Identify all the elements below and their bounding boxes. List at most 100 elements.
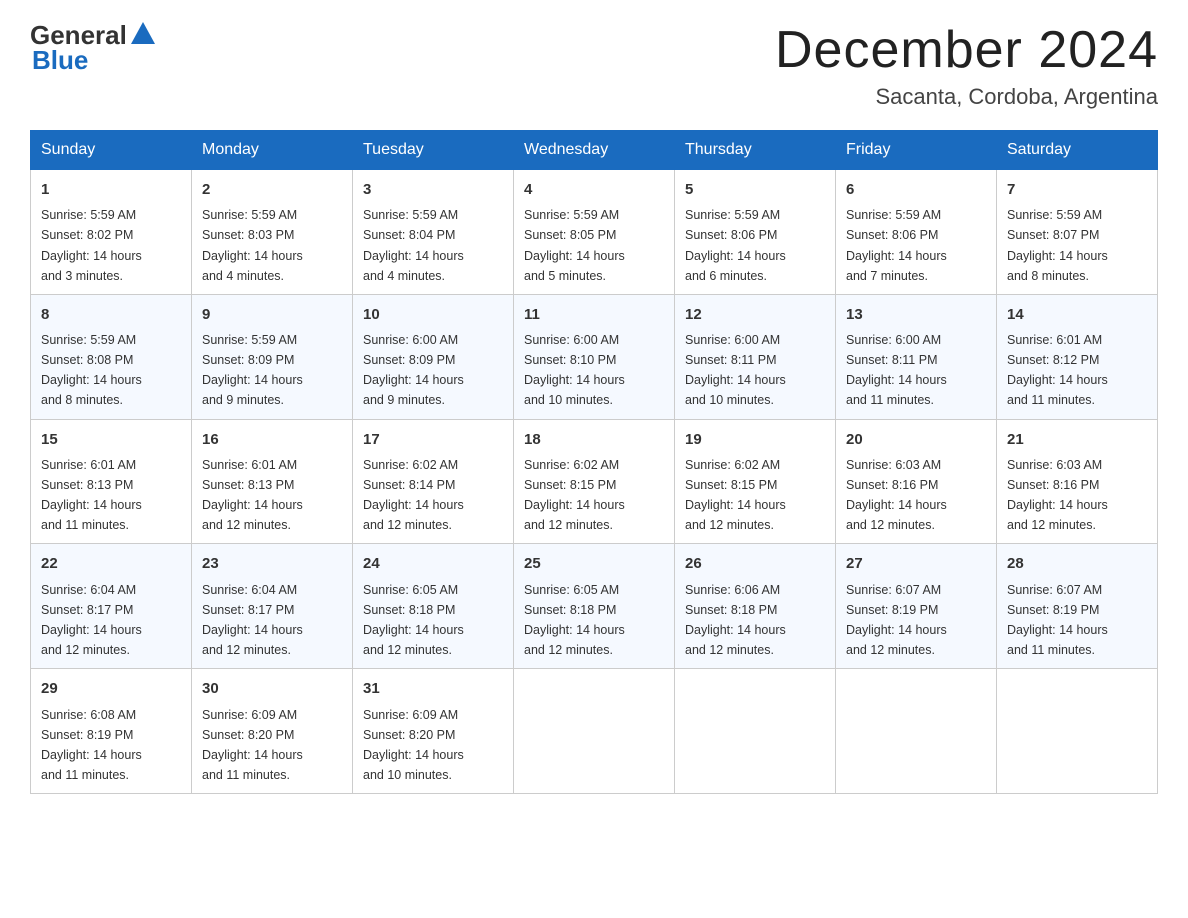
- table-row: 6 Sunrise: 5:59 AMSunset: 8:06 PMDayligh…: [836, 170, 997, 295]
- day-info: Sunrise: 6:09 AMSunset: 8:20 PMDaylight:…: [363, 708, 464, 782]
- day-number: 28: [1007, 552, 1147, 575]
- day-info: Sunrise: 6:00 AMSunset: 8:11 PMDaylight:…: [685, 333, 786, 407]
- header-wednesday: Wednesday: [514, 131, 675, 170]
- day-number: 22: [41, 552, 181, 575]
- day-info: Sunrise: 5:59 AMSunset: 8:03 PMDaylight:…: [202, 208, 303, 282]
- day-info: Sunrise: 6:03 AMSunset: 8:16 PMDaylight:…: [1007, 458, 1108, 532]
- calendar-subtitle: Sacanta, Cordoba, Argentina: [775, 84, 1158, 110]
- day-number: 9: [202, 303, 342, 326]
- day-info: Sunrise: 5:59 AMSunset: 8:05 PMDaylight:…: [524, 208, 625, 282]
- day-number: 2: [202, 178, 342, 201]
- day-info: Sunrise: 6:08 AMSunset: 8:19 PMDaylight:…: [41, 708, 142, 782]
- table-row: 22 Sunrise: 6:04 AMSunset: 8:17 PMDaylig…: [31, 544, 192, 669]
- title-section: December 2024 Sacanta, Cordoba, Argentin…: [775, 20, 1158, 110]
- day-info: Sunrise: 6:01 AMSunset: 8:12 PMDaylight:…: [1007, 333, 1108, 407]
- day-info: Sunrise: 5:59 AMSunset: 8:09 PMDaylight:…: [202, 333, 303, 407]
- day-info: Sunrise: 6:07 AMSunset: 8:19 PMDaylight:…: [846, 583, 947, 657]
- header-tuesday: Tuesday: [353, 131, 514, 170]
- day-number: 11: [524, 303, 664, 326]
- logo-blue-text: Blue: [32, 45, 157, 76]
- day-info: Sunrise: 5:59 AMSunset: 8:02 PMDaylight:…: [41, 208, 142, 282]
- day-info: Sunrise: 6:04 AMSunset: 8:17 PMDaylight:…: [41, 583, 142, 657]
- day-number: 17: [363, 428, 503, 451]
- day-number: 10: [363, 303, 503, 326]
- day-number: 23: [202, 552, 342, 575]
- day-number: 13: [846, 303, 986, 326]
- day-info: Sunrise: 6:02 AMSunset: 8:14 PMDaylight:…: [363, 458, 464, 532]
- day-number: 20: [846, 428, 986, 451]
- day-info: Sunrise: 6:09 AMSunset: 8:20 PMDaylight:…: [202, 708, 303, 782]
- day-number: 21: [1007, 428, 1147, 451]
- table-row: 20 Sunrise: 6:03 AMSunset: 8:16 PMDaylig…: [836, 419, 997, 544]
- table-row: 13 Sunrise: 6:00 AMSunset: 8:11 PMDaylig…: [836, 294, 997, 419]
- day-number: 18: [524, 428, 664, 451]
- day-info: Sunrise: 6:04 AMSunset: 8:17 PMDaylight:…: [202, 583, 303, 657]
- table-row: 8 Sunrise: 5:59 AMSunset: 8:08 PMDayligh…: [31, 294, 192, 419]
- logo: General Blue: [30, 20, 157, 76]
- calendar-body: 1 Sunrise: 5:59 AMSunset: 8:02 PMDayligh…: [31, 170, 1158, 794]
- day-info: Sunrise: 5:59 AMSunset: 8:06 PMDaylight:…: [685, 208, 786, 282]
- table-row: 16 Sunrise: 6:01 AMSunset: 8:13 PMDaylig…: [192, 419, 353, 544]
- table-row: 12 Sunrise: 6:00 AMSunset: 8:11 PMDaylig…: [675, 294, 836, 419]
- table-row: 30 Sunrise: 6:09 AMSunset: 8:20 PMDaylig…: [192, 669, 353, 794]
- calendar-header: Sunday Monday Tuesday Wednesday Thursday…: [31, 131, 1158, 170]
- table-row: 24 Sunrise: 6:05 AMSunset: 8:18 PMDaylig…: [353, 544, 514, 669]
- day-number: 4: [524, 178, 664, 201]
- day-number: 15: [41, 428, 181, 451]
- table-row: 28 Sunrise: 6:07 AMSunset: 8:19 PMDaylig…: [997, 544, 1158, 669]
- day-number: 29: [41, 677, 181, 700]
- day-info: Sunrise: 5:59 AMSunset: 8:06 PMDaylight:…: [846, 208, 947, 282]
- day-number: 24: [363, 552, 503, 575]
- table-row: [997, 669, 1158, 794]
- day-number: 14: [1007, 303, 1147, 326]
- table-row: 3 Sunrise: 5:59 AMSunset: 8:04 PMDayligh…: [353, 170, 514, 295]
- calendar-table: Sunday Monday Tuesday Wednesday Thursday…: [30, 130, 1158, 794]
- header-friday: Friday: [836, 131, 997, 170]
- day-number: 12: [685, 303, 825, 326]
- day-info: Sunrise: 6:06 AMSunset: 8:18 PMDaylight:…: [685, 583, 786, 657]
- day-info: Sunrise: 6:02 AMSunset: 8:15 PMDaylight:…: [524, 458, 625, 532]
- header-sunday: Sunday: [31, 131, 192, 170]
- day-number: 7: [1007, 178, 1147, 201]
- header-monday: Monday: [192, 131, 353, 170]
- page-header: General Blue December 2024 Sacanta, Cord…: [30, 20, 1158, 110]
- logo-triangle-icon: [129, 20, 157, 48]
- table-row: 25 Sunrise: 6:05 AMSunset: 8:18 PMDaylig…: [514, 544, 675, 669]
- day-info: Sunrise: 5:59 AMSunset: 8:04 PMDaylight:…: [363, 208, 464, 282]
- day-number: 16: [202, 428, 342, 451]
- calendar-title: December 2024: [775, 20, 1158, 80]
- table-row: 1 Sunrise: 5:59 AMSunset: 8:02 PMDayligh…: [31, 170, 192, 295]
- table-row: 29 Sunrise: 6:08 AMSunset: 8:19 PMDaylig…: [31, 669, 192, 794]
- table-row: 18 Sunrise: 6:02 AMSunset: 8:15 PMDaylig…: [514, 419, 675, 544]
- table-row: [514, 669, 675, 794]
- day-number: 31: [363, 677, 503, 700]
- day-info: Sunrise: 6:05 AMSunset: 8:18 PMDaylight:…: [524, 583, 625, 657]
- day-info: Sunrise: 6:00 AMSunset: 8:11 PMDaylight:…: [846, 333, 947, 407]
- table-row: 11 Sunrise: 6:00 AMSunset: 8:10 PMDaylig…: [514, 294, 675, 419]
- table-row: 17 Sunrise: 6:02 AMSunset: 8:14 PMDaylig…: [353, 419, 514, 544]
- table-row: 5 Sunrise: 5:59 AMSunset: 8:06 PMDayligh…: [675, 170, 836, 295]
- table-row: [675, 669, 836, 794]
- table-row: 19 Sunrise: 6:02 AMSunset: 8:15 PMDaylig…: [675, 419, 836, 544]
- day-number: 30: [202, 677, 342, 700]
- day-info: Sunrise: 5:59 AMSunset: 8:07 PMDaylight:…: [1007, 208, 1108, 282]
- header-thursday: Thursday: [675, 131, 836, 170]
- day-number: 8: [41, 303, 181, 326]
- table-row: 10 Sunrise: 6:00 AMSunset: 8:09 PMDaylig…: [353, 294, 514, 419]
- day-number: 26: [685, 552, 825, 575]
- table-row: 14 Sunrise: 6:01 AMSunset: 8:12 PMDaylig…: [997, 294, 1158, 419]
- day-info: Sunrise: 6:00 AMSunset: 8:09 PMDaylight:…: [363, 333, 464, 407]
- table-row: 9 Sunrise: 5:59 AMSunset: 8:09 PMDayligh…: [192, 294, 353, 419]
- table-row: 23 Sunrise: 6:04 AMSunset: 8:17 PMDaylig…: [192, 544, 353, 669]
- day-number: 25: [524, 552, 664, 575]
- table-row: 2 Sunrise: 5:59 AMSunset: 8:03 PMDayligh…: [192, 170, 353, 295]
- day-number: 1: [41, 178, 181, 201]
- table-row: 27 Sunrise: 6:07 AMSunset: 8:19 PMDaylig…: [836, 544, 997, 669]
- day-info: Sunrise: 6:00 AMSunset: 8:10 PMDaylight:…: [524, 333, 625, 407]
- day-number: 6: [846, 178, 986, 201]
- day-info: Sunrise: 5:59 AMSunset: 8:08 PMDaylight:…: [41, 333, 142, 407]
- table-row: 7 Sunrise: 5:59 AMSunset: 8:07 PMDayligh…: [997, 170, 1158, 295]
- day-info: Sunrise: 6:01 AMSunset: 8:13 PMDaylight:…: [202, 458, 303, 532]
- day-info: Sunrise: 6:05 AMSunset: 8:18 PMDaylight:…: [363, 583, 464, 657]
- day-number: 3: [363, 178, 503, 201]
